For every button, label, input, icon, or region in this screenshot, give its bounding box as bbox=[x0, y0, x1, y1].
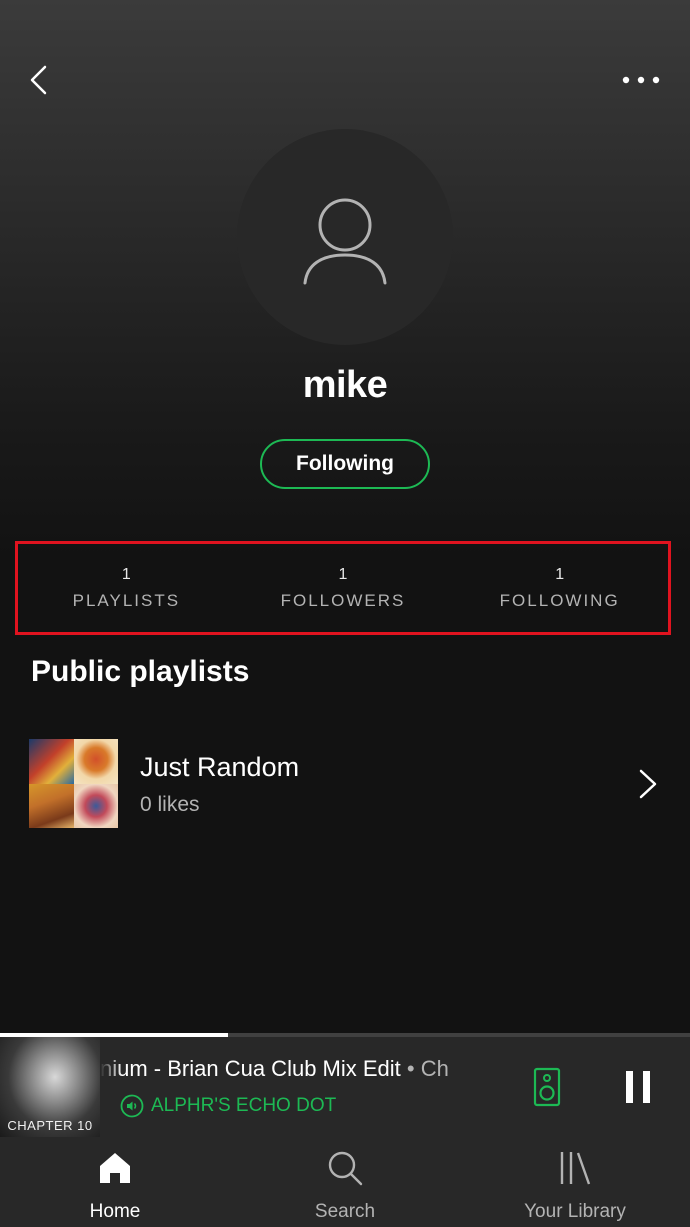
playlist-likes: 0 likes bbox=[140, 793, 200, 816]
cover-tile bbox=[29, 739, 74, 784]
chevron-right-icon bbox=[639, 769, 657, 799]
more-options-button[interactable] bbox=[616, 60, 666, 100]
pause-icon[interactable] bbox=[617, 1067, 659, 1107]
avatar bbox=[237, 129, 453, 345]
stat-playlists[interactable]: 1 PLAYLISTS bbox=[18, 544, 235, 632]
bottom-tab-bar: Home Search Your Library bbox=[0, 1137, 690, 1227]
stat-following[interactable]: 1 FOLLOWING bbox=[451, 544, 668, 632]
album-art-text: CHAPTER 10 bbox=[7, 1118, 93, 1133]
tab-home[interactable]: Home bbox=[0, 1137, 230, 1227]
track-artist: Ch bbox=[420, 1056, 449, 1081]
tab-label: Your Library bbox=[524, 1201, 626, 1222]
playlist-name: Just Random bbox=[140, 752, 300, 782]
stat-label: PLAYLISTS bbox=[72, 591, 181, 610]
playlist-cover bbox=[29, 739, 118, 828]
chevron-left-icon bbox=[30, 65, 47, 95]
stat-count: 1 bbox=[121, 566, 131, 583]
profile-screen: mike Following 1 PLAYLISTS 1 FOLLOWERS 1… bbox=[0, 0, 690, 1227]
stat-count: 1 bbox=[555, 566, 565, 583]
library-icon bbox=[560, 1152, 591, 1185]
top-bar bbox=[0, 52, 690, 108]
tab-search[interactable]: Search bbox=[230, 1137, 460, 1227]
stat-count: 1 bbox=[338, 566, 348, 583]
profile-username: mike bbox=[302, 364, 388, 406]
user-icon bbox=[303, 198, 387, 285]
stat-label: FOLLOWERS bbox=[280, 591, 406, 610]
tab-label: Search bbox=[314, 1201, 376, 1222]
stat-label: FOLLOWING bbox=[499, 591, 620, 610]
more-dots-icon bbox=[622, 76, 660, 84]
now-playing-album-art: CHAPTER 10 bbox=[0, 1037, 100, 1137]
now-playing-track: nium - Brian Cua Club Mix Edit • Ch bbox=[100, 1056, 490, 1082]
mini-player[interactable]: CHAPTER 10 nium - Brian Cua Club Mix Edi… bbox=[0, 1037, 690, 1137]
connected-device: ALPHR'S ECHO DOT bbox=[120, 1094, 336, 1118]
device-name: ALPHR'S ECHO DOT bbox=[151, 1095, 337, 1116]
back-button[interactable] bbox=[18, 60, 58, 100]
following-button[interactable]: Following bbox=[260, 439, 430, 489]
speaker-volume-icon bbox=[120, 1094, 144, 1118]
profile-stats: 1 PLAYLISTS 1 FOLLOWERS 1 FOLLOWING bbox=[15, 541, 671, 635]
playlist-row[interactable]: Just Random 0 likes bbox=[0, 722, 690, 846]
connect-device-icon[interactable] bbox=[530, 1067, 564, 1107]
tab-label: Home bbox=[89, 1201, 141, 1222]
cover-tile bbox=[73, 783, 118, 828]
tab-your-library[interactable]: Your Library bbox=[460, 1137, 690, 1227]
track-separator: • bbox=[400, 1056, 421, 1081]
track-title: nium - Brian Cua Club Mix Edit bbox=[100, 1056, 401, 1081]
search-icon bbox=[328, 1151, 363, 1186]
section-title: Public playlists bbox=[31, 655, 250, 688]
cover-tile bbox=[73, 739, 118, 784]
cover-tile bbox=[29, 783, 74, 828]
stat-followers[interactable]: 1 FOLLOWERS bbox=[235, 544, 452, 632]
home-icon bbox=[100, 1153, 130, 1183]
